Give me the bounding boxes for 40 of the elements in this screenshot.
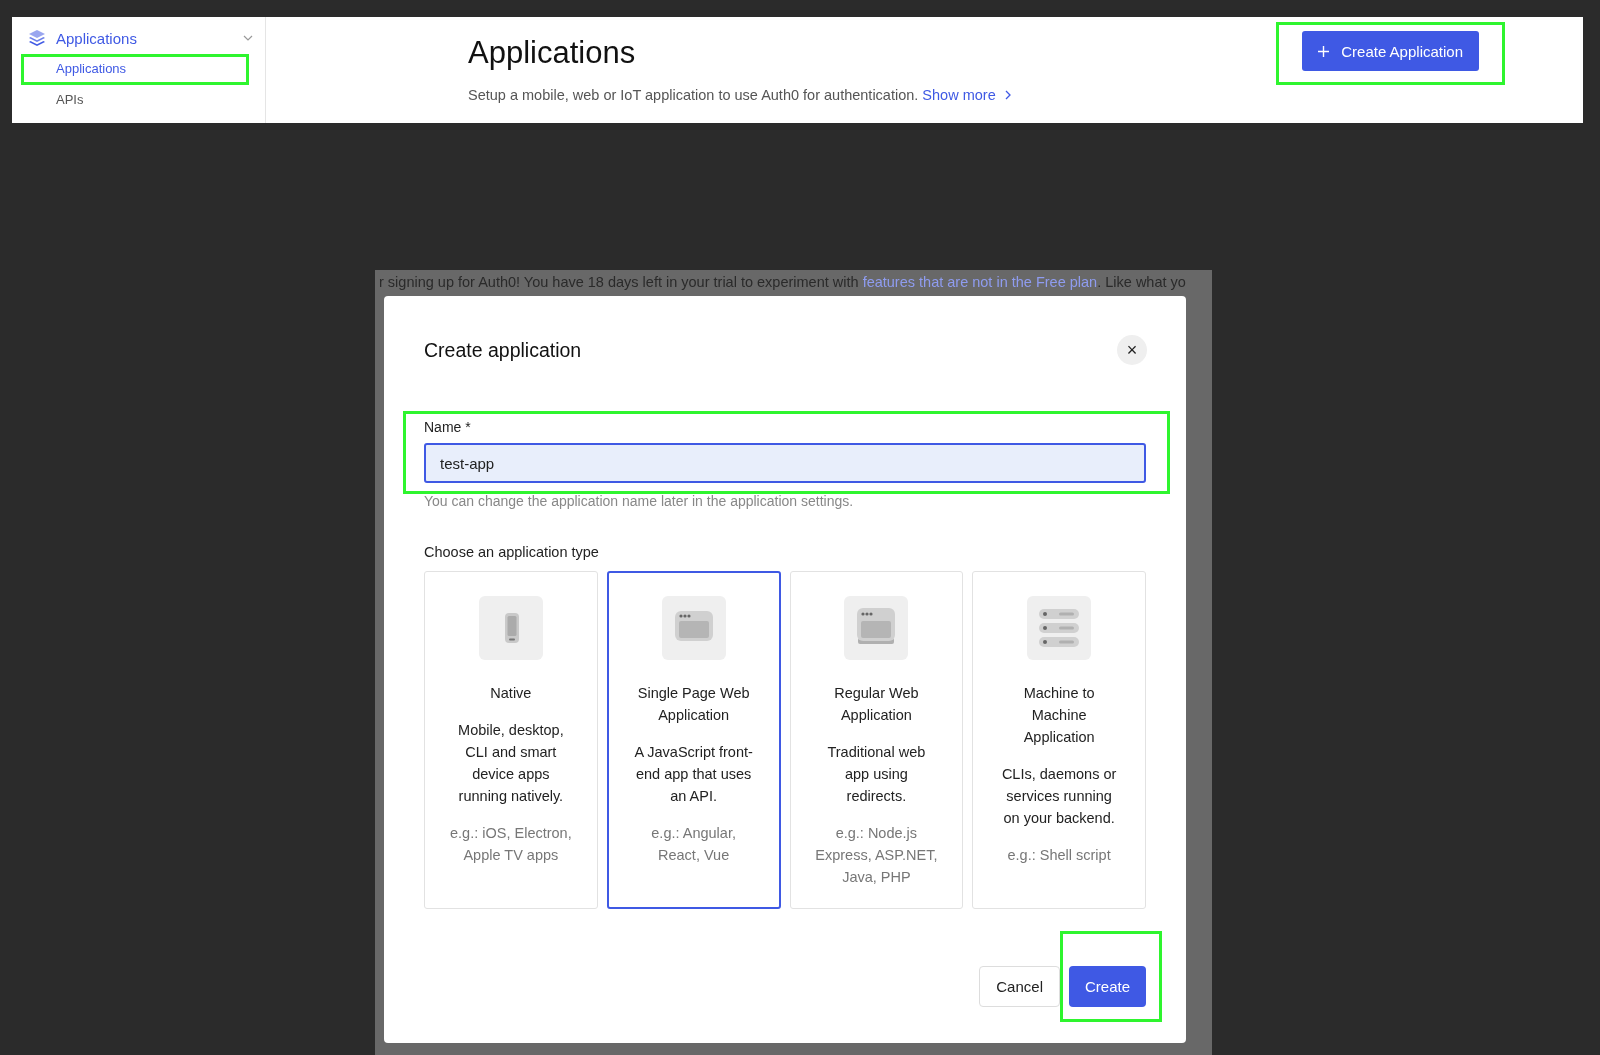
card-description: Traditional web app using redirects. [826, 743, 927, 806]
layers-icon [28, 29, 46, 47]
browser-window-icon [661, 596, 726, 660]
sidebar-item[interactable]: APIs [24, 88, 246, 113]
card-description: CLIs, daemons or services running on your backend. [1000, 765, 1118, 828]
server-stack-icon [1027, 596, 1092, 660]
close-button[interactable]: × [1117, 335, 1147, 365]
application-type-card[interactable]: Native Mobile, desktop, CLI and smart device apps running natively. e.g.: iOS, Electron, Apple TV apps [424, 571, 598, 909]
card-examples: e.g.: Shell script [1006, 846, 1112, 865]
plus-icon [1318, 45, 1330, 57]
cancel-button[interactable]: Cancel [979, 966, 1060, 1007]
phone-icon [478, 596, 543, 660]
card-examples: e.g.: Angular, React, Vue [650, 824, 737, 865]
page-title: Applications [468, 34, 637, 72]
card-title: Native [489, 684, 533, 703]
section-label: Choose an application type [424, 544, 600, 560]
sidebar-item[interactable]: Applications [24, 57, 246, 82]
card-examples: e.g.: Node.js Express, ASP.NET, Java, PHP [814, 824, 939, 887]
card-examples: e.g.: iOS, Electron, Apple TV apps [449, 824, 573, 865]
create-application-button[interactable]: Create Application [1302, 31, 1479, 71]
application-type-card[interactable]: Single Page Web Application A JavaScript front-end app that uses an API. e.g.: Angular, React, Vue [606, 571, 781, 909]
field-label: Name * [424, 419, 472, 435]
page-description: Setup a mobile, web or IoT application to use Auth0 for authentication. Show more [468, 87, 1277, 103]
background-notice: r signing up for Auth0! You have 18 days left in your trial to experiment with features that are not in the Free plan. Like what yo [379, 273, 1187, 292]
card-title: Single Page Web Application [636, 684, 751, 725]
field-hint: You can change the application name later in the application settings. [424, 494, 855, 511]
create-button[interactable]: Create [1068, 966, 1146, 1007]
name-input-field[interactable]: test-app [424, 443, 1146, 483]
sidebar-section[interactable]: Applications [56, 29, 243, 47]
show-more-link[interactable]: Show more [922, 87, 1012, 103]
card-description: Mobile, desktop, CLI and smart device apps running natively. [457, 721, 565, 806]
card-description: A JavaScript front-end app that uses an API. [633, 743, 754, 806]
card-title: Regular Web Application [833, 684, 920, 725]
card-title: Machine to Machine Application [1022, 684, 1096, 747]
chevron-icon[interactable] [243, 35, 253, 41]
application-type-card[interactable]: Machine to Machine Application CLIs, daemons or services running on your backend. e.g.: Shell script [972, 571, 1146, 909]
browser-window-icon [844, 596, 909, 660]
chevron-right-icon [1003, 90, 1012, 100]
dialog-title: Create application [424, 338, 582, 362]
application-type-card[interactable]: Regular Web Application Traditional web app using redirects. e.g.: Node.js Express, ASP.NET, Java, PHP [789, 571, 964, 909]
